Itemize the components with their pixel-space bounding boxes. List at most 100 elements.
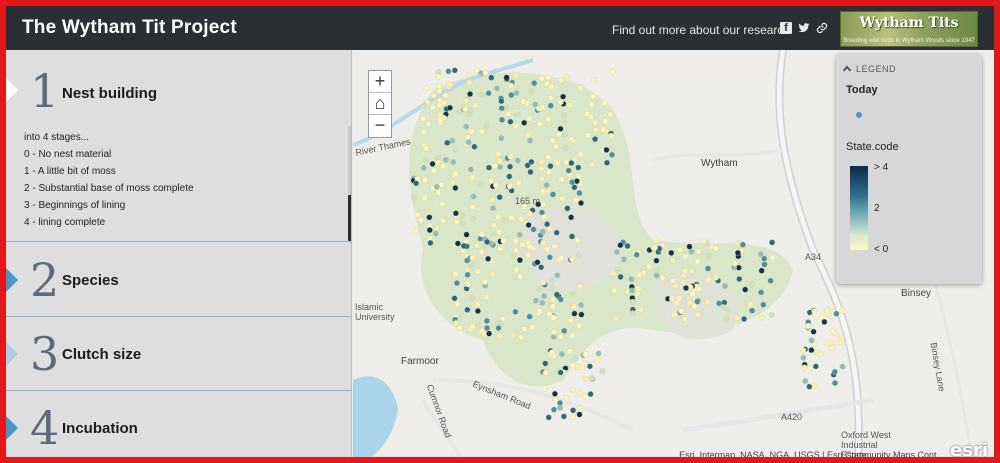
nest-box-point[interactable]	[485, 90, 492, 97]
nest-box-point[interactable]	[513, 123, 520, 130]
nest-box-point[interactable]	[545, 169, 552, 176]
nest-box-point[interactable]	[484, 238, 491, 245]
nest-box-point[interactable]	[550, 328, 557, 335]
nest-box-point[interactable]	[423, 85, 430, 92]
nest-box-point[interactable]	[452, 184, 459, 191]
nest-box-point[interactable]	[432, 230, 439, 237]
nest-box-point[interactable]	[493, 85, 500, 92]
nest-box-point[interactable]	[540, 239, 547, 246]
nest-box-point[interactable]	[545, 116, 552, 123]
nest-box-point[interactable]	[496, 332, 503, 339]
nest-box-point[interactable]	[498, 135, 505, 142]
nest-box-point[interactable]	[467, 107, 474, 114]
nest-box-point[interactable]	[769, 239, 776, 246]
nest-box-point[interactable]	[565, 167, 572, 174]
nest-box-point[interactable]	[568, 233, 575, 240]
nest-box-point[interactable]	[818, 314, 825, 321]
nest-box-point[interactable]	[680, 278, 687, 285]
nest-box-point[interactable]	[544, 221, 551, 228]
nest-box-point[interactable]	[464, 271, 471, 278]
nest-box-point[interactable]	[829, 328, 836, 335]
nest-box-point[interactable]	[749, 280, 756, 287]
nest-box-point[interactable]	[510, 331, 517, 338]
nest-box-point[interactable]	[507, 82, 514, 89]
nest-box-point[interactable]	[539, 228, 546, 235]
nest-box-point[interactable]	[689, 290, 696, 297]
nest-box-point[interactable]	[464, 281, 471, 288]
nest-box-point[interactable]	[569, 332, 576, 339]
nest-box-point[interactable]	[539, 104, 546, 111]
nest-box-point[interactable]	[507, 118, 514, 125]
nest-box-point[interactable]	[517, 273, 524, 280]
nest-box-point[interactable]	[568, 159, 575, 166]
nest-box-point[interactable]	[629, 287, 636, 294]
nest-box-point[interactable]	[433, 224, 440, 231]
nest-box-point[interactable]	[577, 283, 584, 290]
nest-box-point[interactable]	[691, 303, 698, 310]
nest-box-point[interactable]	[534, 259, 541, 266]
nest-box-point[interactable]	[498, 116, 505, 123]
legend-toggle[interactable]: LEGEND	[842, 64, 896, 75]
nest-box-point[interactable]	[467, 91, 474, 98]
nest-box-point[interactable]	[525, 132, 532, 139]
nest-box-point[interactable]	[602, 118, 609, 125]
nest-box-point[interactable]	[488, 74, 495, 81]
nest-box-point[interactable]	[513, 90, 520, 97]
nest-box-point[interactable]	[588, 101, 595, 108]
nest-box-point[interactable]	[600, 126, 607, 133]
nest-box-point[interactable]	[564, 205, 571, 212]
nest-box-point[interactable]	[477, 181, 484, 188]
nest-box-point[interactable]	[422, 176, 429, 183]
nest-box-point[interactable]	[550, 314, 557, 321]
nest-box-point[interactable]	[498, 105, 505, 112]
nest-box-point[interactable]	[567, 317, 574, 324]
nest-box-point[interactable]	[561, 119, 568, 126]
nest-box-point[interactable]	[442, 92, 449, 99]
nest-box-point[interactable]	[492, 162, 499, 169]
facebook-icon[interactable]: f	[780, 22, 792, 34]
nest-box-point[interactable]	[671, 312, 678, 319]
nest-box-point[interactable]	[557, 369, 564, 376]
nest-box-point[interactable]	[459, 220, 466, 227]
nest-box-point[interactable]	[540, 201, 547, 208]
nest-box-point[interactable]	[669, 295, 676, 302]
nest-box-point[interactable]	[646, 263, 653, 270]
nest-box-point[interactable]	[653, 237, 660, 244]
nest-box-point[interactable]	[761, 255, 768, 262]
nest-box-point[interactable]	[532, 101, 539, 108]
nest-box-point[interactable]	[512, 308, 519, 315]
nest-box-point[interactable]	[760, 301, 767, 308]
nest-box-point[interactable]	[447, 81, 454, 88]
nest-box-point[interactable]	[469, 254, 476, 261]
nest-box-point[interactable]	[582, 351, 589, 358]
nest-box-point[interactable]	[542, 369, 549, 376]
nest-box-point[interactable]	[510, 252, 517, 259]
nest-box-point[interactable]	[682, 316, 689, 323]
nest-box-point[interactable]	[801, 364, 808, 371]
nest-box-point[interactable]	[490, 205, 497, 212]
nest-box-point[interactable]	[462, 106, 469, 113]
nest-box-point[interactable]	[651, 244, 658, 251]
nest-box-point[interactable]	[705, 276, 712, 283]
nest-box-point[interactable]	[570, 407, 577, 414]
nest-box-point[interactable]	[549, 191, 556, 198]
nest-box-point[interactable]	[638, 306, 645, 313]
nest-box-point[interactable]	[474, 301, 481, 308]
nest-box-point[interactable]	[558, 176, 565, 183]
nest-box-point[interactable]	[568, 136, 575, 143]
nest-box-point[interactable]	[529, 324, 536, 331]
nest-box-point[interactable]	[503, 74, 510, 81]
nest-box-point[interactable]	[547, 102, 554, 109]
nest-box-point[interactable]	[578, 311, 585, 318]
nest-box-point[interactable]	[758, 267, 765, 274]
nest-box-point[interactable]	[538, 264, 545, 271]
zoom-out-button[interactable]: −	[369, 115, 391, 137]
nest-box-point[interactable]	[525, 221, 532, 228]
nest-box-point[interactable]	[556, 130, 563, 137]
nest-box-point[interactable]	[768, 311, 775, 318]
nest-box-point[interactable]	[545, 187, 552, 194]
nest-box-point[interactable]	[734, 314, 741, 321]
nest-box-point[interactable]	[576, 411, 583, 418]
nest-box-point[interactable]	[610, 270, 617, 277]
nest-box-point[interactable]	[549, 137, 556, 144]
